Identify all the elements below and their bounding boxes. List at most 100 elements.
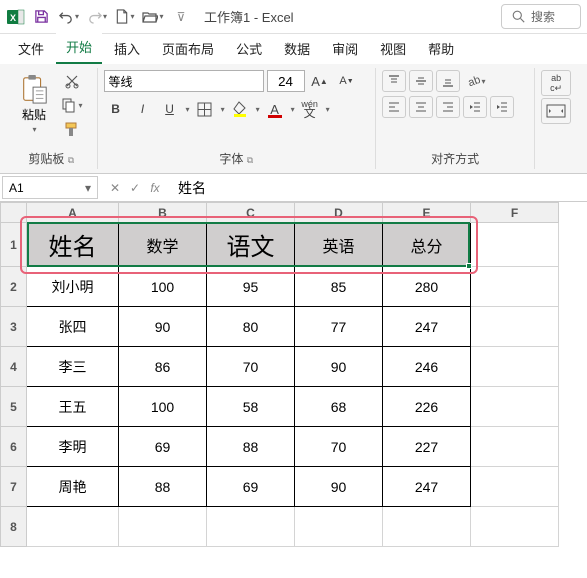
cell[interactable] [471,467,559,507]
new-file-button[interactable]: ▾ [112,4,138,30]
row-header[interactable]: 3 [1,307,27,347]
merge-button[interactable] [541,98,571,124]
cell[interactable]: 王五 [27,387,119,427]
cell[interactable]: 247 [383,467,471,507]
worksheet[interactable]: A B C D E F 1 姓名 数学 语文 英语 总分 2 刘小明 100 9… [0,202,587,578]
cell[interactable]: 100 [119,267,207,307]
cell[interactable]: 李明 [27,427,119,467]
col-header[interactable]: E [383,203,471,223]
cell[interactable]: 58 [207,387,295,427]
phonetic-button[interactable]: wén文 [298,98,322,120]
row-header[interactable]: 1 [1,223,27,267]
row-header[interactable]: 6 [1,427,27,467]
cell[interactable]: 95 [207,267,295,307]
name-box[interactable]: A1 ▾ [2,176,98,199]
search-box[interactable]: 搜索 [501,4,581,29]
undo-button[interactable]: ▾ [56,4,82,30]
orientation-button[interactable]: ab▾ [463,70,487,92]
bold-button[interactable]: B [104,98,128,120]
tab-review[interactable]: 审阅 [322,33,368,64]
cancel-edit-button[interactable]: ✕ [106,181,124,195]
col-header[interactable]: D [295,203,383,223]
cell[interactable]: 英语 [295,223,383,267]
cell[interactable]: 姓名 [27,223,119,267]
border-button[interactable] [193,98,217,120]
cell[interactable]: 246 [383,347,471,387]
cell[interactable] [207,507,295,547]
open-button[interactable]: ▾ [140,4,166,30]
save-button[interactable] [28,4,54,30]
paste-button[interactable]: 粘贴 ▾ [12,70,56,134]
cell[interactable] [471,223,559,267]
tab-layout[interactable]: 页面布局 [152,33,224,64]
cell[interactable]: 280 [383,267,471,307]
wrap-text-button[interactable]: abc↵ [541,70,571,96]
cell[interactable]: 247 [383,307,471,347]
select-all-corner[interactable] [1,203,27,223]
format-painter-button[interactable] [60,118,84,140]
col-header[interactable]: F [471,203,559,223]
fill-color-button[interactable] [228,98,252,120]
confirm-edit-button[interactable]: ✓ [126,181,144,195]
cell[interactable]: 85 [295,267,383,307]
cell[interactable] [471,427,559,467]
italic-button[interactable]: I [131,98,155,120]
clipboard-launcher-icon[interactable]: ⧉ [68,155,74,165]
decrease-indent-button[interactable] [463,96,487,118]
fill-handle[interactable] [466,263,472,269]
cell[interactable] [471,307,559,347]
cell[interactable]: 69 [207,467,295,507]
align-middle-button[interactable] [409,70,433,92]
align-bottom-button[interactable] [436,70,460,92]
cell[interactable]: 68 [295,387,383,427]
cell[interactable]: 80 [207,307,295,347]
cell[interactable] [471,267,559,307]
font-size-select[interactable] [267,70,305,92]
redo-button[interactable]: ▾ [84,4,110,30]
font-color-button[interactable]: A [263,98,287,120]
cell[interactable]: 总分 [383,223,471,267]
col-header[interactable]: C [207,203,295,223]
cell[interactable] [471,387,559,427]
cell[interactable]: 90 [295,467,383,507]
cell[interactable]: 周艳 [27,467,119,507]
col-header[interactable]: B [119,203,207,223]
cell[interactable]: 100 [119,387,207,427]
cell[interactable] [119,507,207,547]
tab-view[interactable]: 视图 [370,33,416,64]
decrease-font-button[interactable]: A▼ [335,70,359,92]
cell[interactable] [383,507,471,547]
tab-file[interactable]: 文件 [8,33,54,64]
cell[interactable]: 数学 [119,223,207,267]
row-header[interactable]: 2 [1,267,27,307]
cell[interactable]: 70 [207,347,295,387]
row-header[interactable]: 7 [1,467,27,507]
underline-button[interactable]: U [158,98,182,120]
increase-indent-button[interactable] [490,96,514,118]
qat-customize[interactable]: ⊽ [168,4,194,30]
formula-input[interactable] [170,174,587,201]
tab-help[interactable]: 帮助 [418,33,464,64]
cell[interactable]: 90 [119,307,207,347]
cell[interactable]: 86 [119,347,207,387]
align-center-button[interactable] [409,96,433,118]
cell[interactable] [295,507,383,547]
tab-insert[interactable]: 插入 [104,33,150,64]
cell[interactable]: 226 [383,387,471,427]
cell[interactable]: 70 [295,427,383,467]
copy-button[interactable]: ▾ [60,94,84,116]
cell[interactable]: 90 [295,347,383,387]
cell[interactable]: 77 [295,307,383,347]
fx-button[interactable]: fx [146,181,164,195]
tab-data[interactable]: 数据 [274,33,320,64]
increase-font-button[interactable]: A▲ [308,70,332,92]
font-name-select[interactable] [104,70,264,92]
cell[interactable]: 69 [119,427,207,467]
cell[interactable] [27,507,119,547]
cell[interactable]: 88 [207,427,295,467]
cell[interactable]: 张四 [27,307,119,347]
tab-formulas[interactable]: 公式 [226,33,272,64]
cell[interactable]: 李三 [27,347,119,387]
row-header[interactable]: 5 [1,387,27,427]
align-top-button[interactable] [382,70,406,92]
